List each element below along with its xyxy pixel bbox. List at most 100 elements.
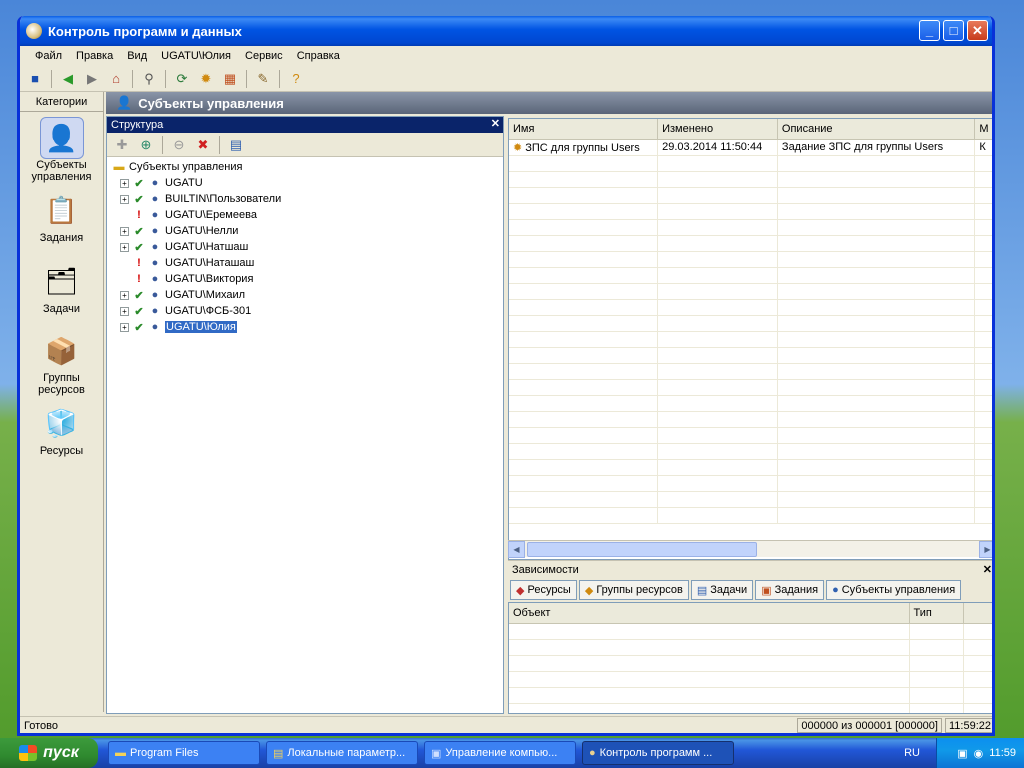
menu-edit[interactable]: Правка bbox=[69, 50, 120, 62]
maximize-button[interactable]: □ bbox=[943, 20, 964, 41]
tree-node[interactable]: + ✔ ● BUILTIN\Пользователи bbox=[109, 191, 501, 207]
table-row[interactable]: ✹ ЗПС для группы Users 29.03.2014 11:50:44… bbox=[509, 139, 992, 156]
tree-node[interactable]: + ✔ ● UGATU\Нелли bbox=[109, 223, 501, 239]
back-icon[interactable]: ◀ bbox=[57, 68, 79, 90]
category-resource-groups[interactable]: 📦 Группы ресурсов bbox=[20, 325, 103, 397]
tree-node[interactable]: ! ● UGATU\Еремеева bbox=[109, 207, 501, 223]
table-row[interactable] bbox=[509, 331, 992, 348]
menu-file[interactable]: Файл bbox=[28, 50, 69, 62]
table-row[interactable] bbox=[509, 459, 992, 476]
table-row[interactable] bbox=[509, 219, 992, 236]
column-changed[interactable]: Изменено bbox=[657, 119, 778, 140]
expand-icon[interactable]: + bbox=[120, 322, 129, 332]
calculator-icon[interactable]: ▦ bbox=[219, 68, 241, 90]
expand-icon[interactable]: + bbox=[120, 242, 129, 252]
title-bar[interactable]: Контроль программ и данных _ □ ✕ bbox=[20, 16, 992, 46]
menu-view[interactable]: Вид bbox=[120, 50, 154, 62]
tree-node[interactable]: + ✔ ● UGATU\ФСБ-301 bbox=[109, 303, 501, 319]
tree-node[interactable]: ! ● UGATU\Наташаш bbox=[109, 255, 501, 271]
dep-tab-tasks[interactable]: ▤ Задачи bbox=[690, 580, 754, 600]
table-row[interactable] bbox=[509, 395, 992, 412]
tree-node[interactable]: + ✔ ● UGATU\Юлия bbox=[109, 319, 501, 335]
add-icon[interactable]: ✚ bbox=[111, 134, 133, 156]
tools-icon[interactable]: ✎ bbox=[252, 68, 274, 90]
menu-service[interactable]: Сервис bbox=[238, 50, 290, 62]
close-button[interactable]: ✕ bbox=[967, 20, 988, 41]
help-icon[interactable]: ? bbox=[285, 68, 307, 90]
scroll-right-icon[interactable]: ▶ bbox=[979, 540, 992, 558]
menu-help[interactable]: Справка bbox=[290, 50, 347, 62]
table-row[interactable] bbox=[509, 411, 992, 428]
category-assignments[interactable]: 📋 Задания bbox=[20, 183, 103, 254]
add-child-icon[interactable]: ⊕ bbox=[135, 134, 157, 156]
horizontal-scrollbar[interactable]: ◀ ▶ bbox=[508, 540, 992, 558]
language-indicator[interactable]: RU bbox=[904, 747, 920, 759]
expand-icon[interactable]: + bbox=[120, 226, 129, 236]
dep-tab-resources[interactable]: ◆ Ресурсы bbox=[510, 580, 577, 600]
folder-icon[interactable]: ▤ bbox=[225, 134, 247, 156]
scroll-left-icon[interactable]: ◀ bbox=[508, 540, 525, 558]
table-row[interactable] bbox=[509, 171, 992, 188]
table-row[interactable] bbox=[509, 315, 992, 332]
expand-icon[interactable]: + bbox=[120, 178, 129, 188]
toolbar-separator bbox=[279, 69, 280, 88]
structure-close-button[interactable]: ✕ bbox=[491, 117, 500, 130]
table-row[interactable] bbox=[509, 443, 992, 460]
dependencies-close-button[interactable]: ✕ bbox=[983, 563, 992, 576]
table-row[interactable] bbox=[509, 187, 992, 204]
table-row[interactable] bbox=[509, 155, 992, 172]
column-name[interactable]: Имя bbox=[509, 119, 659, 140]
forward-icon[interactable]: ▶ bbox=[81, 68, 103, 90]
security-icon[interactable]: ◉ bbox=[974, 747, 984, 760]
table-row[interactable] bbox=[509, 267, 992, 284]
taskbar-item-computer-management[interactable]: ▣ Управление компью... bbox=[424, 741, 576, 765]
dep-tab-subjects[interactable]: ● Субъекты управления bbox=[826, 580, 962, 600]
search-icon[interactable]: ⚲ bbox=[138, 68, 160, 90]
table-row[interactable] bbox=[509, 299, 992, 316]
taskbar-item-program-control[interactable]: ● Контроль программ ... bbox=[582, 741, 734, 765]
table-row[interactable] bbox=[509, 347, 992, 364]
minimize-button[interactable]: _ bbox=[919, 20, 940, 41]
tree-node[interactable]: + ✔ ● UGATU\Михаил bbox=[109, 287, 501, 303]
table-row[interactable] bbox=[509, 283, 992, 300]
tree-node[interactable]: + ✔ ● UGATU bbox=[109, 175, 501, 191]
scroll-thumb[interactable] bbox=[527, 541, 757, 557]
category-subjects[interactable]: 👤 Субъекты управления bbox=[20, 112, 103, 183]
category-resources[interactable]: 🧊 Ресурсы bbox=[20, 396, 103, 467]
expand-icon[interactable]: + bbox=[120, 194, 129, 204]
unlink-icon[interactable]: ⊖ bbox=[168, 134, 190, 156]
save-icon[interactable]: ■ bbox=[24, 68, 46, 90]
category-tasks[interactable]: 🗂 Задачи bbox=[20, 254, 103, 325]
dep-tab-resource-groups[interactable]: ◆ Группы ресурсов bbox=[578, 580, 689, 600]
table-row[interactable] bbox=[509, 363, 992, 380]
table-row[interactable] bbox=[509, 379, 992, 396]
refresh-icon[interactable]: ⟳ bbox=[171, 68, 193, 90]
table-row[interactable] bbox=[509, 251, 992, 268]
delete-icon[interactable]: ✖ bbox=[192, 134, 214, 156]
table-row[interactable] bbox=[509, 491, 992, 508]
column-type[interactable]: Тип bbox=[909, 603, 964, 624]
expand-icon[interactable]: + bbox=[120, 290, 129, 300]
table-row[interactable] bbox=[509, 235, 992, 252]
settings-icon[interactable]: ✹ bbox=[195, 68, 217, 90]
tree-node[interactable]: + ✔ ● UGATU\Натшаш bbox=[109, 239, 501, 255]
taskbar-item-program-files[interactable]: ▬ Program Files bbox=[108, 741, 260, 765]
dep-tab-assignments[interactable]: ▣ Задания bbox=[755, 580, 825, 600]
table-row[interactable] bbox=[509, 507, 992, 524]
table-row[interactable] bbox=[509, 203, 992, 220]
tree-root[interactable]: ▬ Субъекты управления bbox=[109, 159, 501, 175]
clock[interactable]: 11:59 bbox=[989, 747, 1016, 759]
column-m[interactable]: М bbox=[974, 119, 992, 140]
network-icon[interactable]: ▣ bbox=[957, 747, 967, 760]
column-object[interactable]: Объект bbox=[509, 603, 910, 624]
table-row[interactable] bbox=[509, 427, 992, 444]
table-row[interactable] bbox=[509, 475, 992, 492]
tree-node[interactable]: ! ● UGATU\Виктория bbox=[109, 271, 501, 287]
taskbar-item-local-params[interactable]: ▤ Локальные параметр... bbox=[266, 741, 418, 765]
expand-icon[interactable]: + bbox=[120, 306, 129, 316]
menu-user[interactable]: UGATU\Юлия bbox=[154, 50, 238, 62]
start-button[interactable]: пуск bbox=[0, 738, 98, 768]
home-icon[interactable]: ⌂ bbox=[105, 68, 127, 90]
user-icon: ● bbox=[151, 193, 159, 205]
column-description[interactable]: Описание bbox=[777, 119, 976, 140]
